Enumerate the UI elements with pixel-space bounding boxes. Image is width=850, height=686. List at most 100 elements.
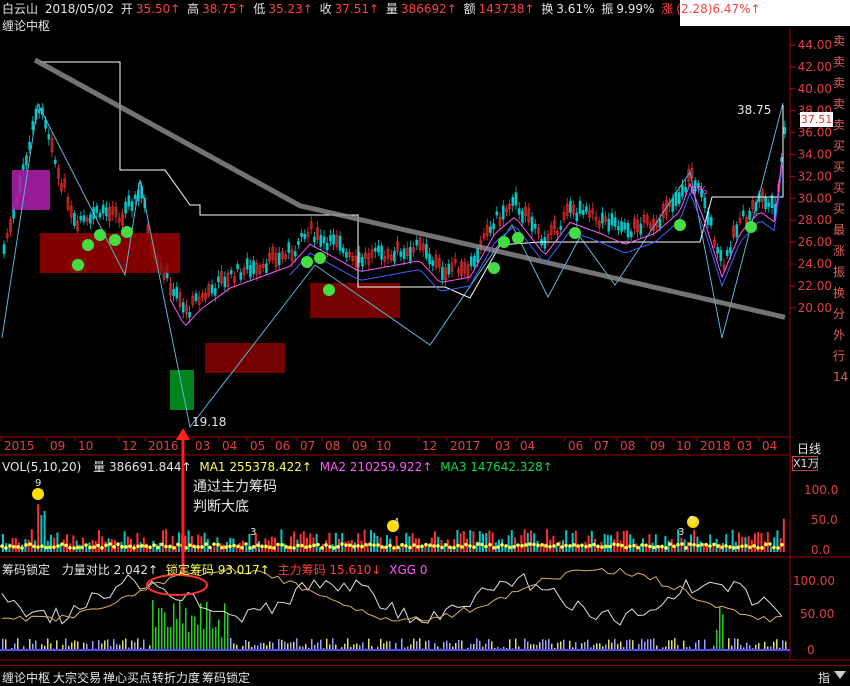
scroll-down-icon[interactable]: [834, 671, 846, 679]
side-button[interactable]: 外: [833, 326, 850, 344]
volume-bar: [427, 546, 430, 552]
side-button[interactable]: 卖: [833, 116, 850, 134]
volume-bar: [306, 537, 308, 552]
price-label: 44.00: [798, 38, 832, 52]
volume-bar: [56, 532, 59, 552]
candle-body: [338, 235, 342, 251]
xgg-value: XGG 0: [389, 563, 428, 577]
side-button[interactable]: 卖: [833, 32, 850, 50]
candle-body: [297, 240, 300, 245]
vol-mark-5: 5: [689, 515, 696, 526]
candle-body: [681, 184, 684, 197]
volume-bar: [171, 536, 174, 552]
candle-body: [341, 247, 345, 254]
volume-bar: [203, 532, 206, 552]
volume-bar: [213, 546, 216, 552]
vol-ma-dot: [656, 544, 660, 549]
side-button[interactable]: 换: [833, 284, 850, 302]
smiley-icon: [674, 219, 686, 231]
vol-ma-dot: [764, 542, 768, 547]
smiley-icon: [569, 227, 581, 239]
volume-bar: [754, 533, 756, 552]
candle-body: [303, 233, 307, 240]
side-button[interactable]: 卖: [833, 53, 850, 71]
vol-ma-dot: [304, 545, 308, 549]
date-label: 08: [620, 439, 635, 453]
chip-bar: [71, 642, 73, 650]
volume-bar: [165, 529, 168, 552]
tab-chanlun[interactable]: 缠论中枢: [2, 669, 50, 686]
vol-unit-badge[interactable]: X1万: [792, 456, 819, 471]
chip-bar: [197, 624, 199, 650]
tab-turning-force[interactable]: 转折力度: [152, 669, 200, 686]
chip-bar: [113, 639, 115, 650]
price-label: 22.00: [798, 279, 832, 293]
chip-bar: [785, 641, 787, 650]
volume-bar: [197, 534, 200, 552]
chip-bar: [155, 627, 157, 650]
chip-bar: [413, 638, 415, 650]
volume-bar: [565, 530, 568, 552]
volume-bar: [616, 531, 619, 552]
side-button[interactable]: 买: [833, 200, 850, 218]
candle-body: [25, 155, 28, 166]
side-button[interactable]: 卖: [833, 74, 850, 92]
period-label[interactable]: 日线: [797, 440, 821, 457]
vol-ma-dot: [440, 545, 444, 550]
tab-chip-lock[interactable]: 筹码锁定: [202, 669, 250, 686]
vol-ma-dot: [744, 544, 748, 548]
tab-index[interactable]: 指: [818, 669, 830, 686]
vol-ma-dot: [444, 543, 448, 547]
volume-bar: [606, 534, 609, 552]
chip-bar: [524, 638, 526, 650]
volume-bar: [648, 534, 651, 552]
vol-ma-dot: [580, 543, 584, 548]
date-label: 10: [376, 439, 391, 453]
candle-body: [277, 252, 281, 266]
volume-bar: [453, 538, 456, 552]
chip-bar: [65, 638, 67, 650]
side-button[interactable]: 买: [833, 158, 850, 176]
side-button[interactable]: 14: [833, 368, 850, 386]
volume-bar: [469, 530, 472, 552]
vol-ma-dot: [216, 542, 220, 547]
side-button[interactable]: 买: [833, 137, 850, 155]
candle-body: [729, 247, 732, 254]
chip-bar: [491, 641, 493, 650]
tab-zen-buy[interactable]: 禅心买点: [103, 669, 151, 686]
candle-body: [300, 232, 303, 237]
vol-axis-50: 50.0: [811, 513, 838, 527]
side-button[interactable]: 振: [833, 263, 850, 281]
date-label: 12: [422, 439, 437, 453]
chip-bar: [134, 642, 136, 650]
candle-body: [124, 201, 127, 214]
vol-ma-dot: [112, 545, 116, 549]
vol-ma-dot: [332, 546, 336, 550]
vol-ma-dot: [548, 544, 552, 549]
side-button[interactable]: 涨: [833, 242, 850, 260]
side-button[interactable]: 买: [833, 179, 850, 197]
date-label: 03: [737, 439, 752, 453]
side-button[interactable]: 最: [833, 221, 850, 239]
smiley-icon: [72, 259, 84, 271]
chip-axis-100: 100.00: [793, 574, 835, 588]
side-button[interactable]: 分: [833, 305, 850, 323]
vol-ma-dot: [12, 544, 16, 549]
vol-title: VOL(5,10,20): [2, 460, 82, 474]
side-button[interactable]: 卖: [833, 95, 850, 113]
chip-panel-header: 筹码锁定 力量对比 2.042↑ 锁定筹码 93.017↑ 主力筹码 15.61…: [2, 561, 428, 578]
vol-ma-dot: [740, 544, 744, 549]
chip-bar: [539, 642, 541, 650]
chip-bar: [203, 629, 205, 650]
side-button[interactable]: 行: [833, 347, 850, 365]
chip-bar: [650, 639, 652, 650]
vol-ma-dot: [724, 544, 728, 548]
chip-bar: [74, 640, 76, 650]
candle-body: [492, 223, 495, 230]
vol-ma-dot: [524, 543, 528, 547]
chip-bar: [641, 639, 643, 650]
vol-ma-dot: [136, 544, 140, 549]
tab-block-trade[interactable]: 大宗交易: [53, 669, 101, 686]
date-label: 05: [250, 439, 265, 453]
vol-ma-dot: [400, 543, 404, 547]
